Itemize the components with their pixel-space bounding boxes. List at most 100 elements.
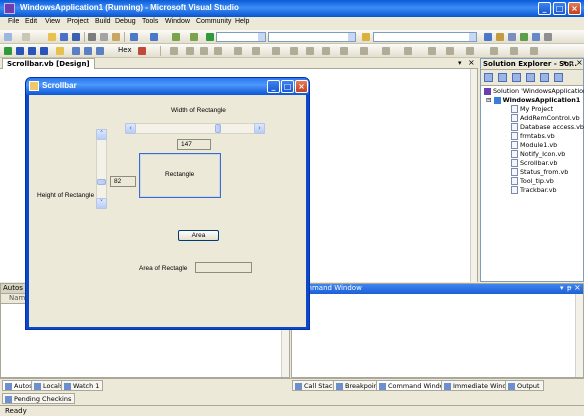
uncomment-icon[interactable] [510, 47, 518, 55]
tree-item[interactable]: frmtabs.vb [511, 132, 555, 140]
tree-item[interactable]: Database access.vb [511, 123, 584, 131]
tree-item[interactable]: Module1.vb [511, 141, 557, 149]
start-icon[interactable] [206, 33, 214, 41]
height-value-textbox[interactable]: 82 [110, 176, 136, 187]
paste-icon[interactable] [112, 33, 120, 41]
form-minimize-button[interactable]: _ [267, 80, 280, 93]
minimize-button[interactable]: _ [538, 2, 551, 15]
show-all-files-icon[interactable] [498, 73, 507, 82]
center-horizontally-icon[interactable] [382, 47, 390, 55]
align-middles-icon[interactable] [234, 47, 242, 55]
sol-properties-icon[interactable] [484, 73, 493, 82]
width-value-textbox[interactable]: 147 [177, 139, 211, 150]
tree-item[interactable]: My Project [511, 105, 553, 113]
designer-vertical-scrollbar[interactable] [470, 69, 477, 282]
width-scroll-thumb[interactable] [215, 124, 221, 133]
new-project-icon[interactable] [4, 33, 12, 41]
copy-icon[interactable] [100, 33, 108, 41]
object-browser-icon[interactable] [508, 33, 516, 41]
navigate-forward-icon[interactable] [190, 33, 198, 41]
cmd-close-icon[interactable]: × [574, 283, 581, 292]
tree-item[interactable]: Trackbar.vb [511, 186, 557, 194]
menu-file[interactable]: File [8, 18, 19, 25]
step-over-icon[interactable] [84, 47, 92, 55]
refresh-icon[interactable] [512, 73, 521, 82]
align-bottoms-icon[interactable] [252, 47, 260, 55]
view-code-icon[interactable] [526, 73, 535, 82]
sol-exp-close-icon[interactable]: × [576, 58, 583, 67]
find-combo[interactable] [373, 32, 477, 42]
sol-exp-pin-icon[interactable]: ᵽ [569, 59, 574, 67]
tab-pending-checkins[interactable]: Pending Checkins [2, 393, 76, 404]
height-vscrollbar[interactable]: ˄ ˅ [96, 129, 107, 209]
make-same-size-icon[interactable] [306, 47, 314, 55]
maximize-button[interactable]: □ [553, 2, 566, 15]
tree-item[interactable]: Notify_Icon.vb [511, 150, 565, 158]
tab-scrollbar-design[interactable]: Scrollbar.vb [Design] [2, 58, 95, 69]
form-title-bar[interactable]: Scrollbar _ □ × [26, 78, 309, 95]
size-to-grid-icon[interactable] [322, 47, 330, 55]
command-window-icon[interactable] [544, 33, 552, 41]
navigate-back-icon[interactable] [172, 33, 180, 41]
tree-solution[interactable]: Solution 'WindowsApplication1' [484, 87, 584, 95]
scroll-right-icon[interactable]: › [254, 123, 265, 134]
menu-community[interactable]: Community [196, 18, 231, 25]
area-button[interactable]: Area [178, 230, 219, 241]
platform-combo[interactable] [268, 32, 356, 42]
align-tops-icon[interactable] [214, 47, 222, 55]
bookmark-icon[interactable] [530, 47, 538, 55]
open-icon[interactable] [48, 33, 56, 41]
start-page-icon[interactable] [532, 33, 540, 41]
break-all-icon[interactable] [16, 47, 24, 55]
step-out-icon[interactable] [96, 47, 104, 55]
find-icon[interactable] [362, 33, 370, 41]
solution-config-combo[interactable] [216, 32, 266, 42]
menu-debug[interactable]: Debug [115, 18, 136, 25]
view-class-diagram-icon[interactable] [554, 73, 563, 82]
toolbox-icon[interactable] [520, 33, 528, 41]
scroll-down-icon[interactable]: ˅ [96, 198, 107, 209]
close-doc-icon[interactable]: × [468, 58, 475, 67]
area-value-textbox[interactable] [195, 262, 252, 273]
redo-icon[interactable] [150, 33, 158, 41]
continue-icon[interactable] [4, 47, 12, 55]
center-vertically-icon[interactable] [404, 47, 412, 55]
hex-toggle[interactable]: Hex [118, 46, 132, 54]
stop-debugging-icon[interactable] [28, 47, 36, 55]
tree-project[interactable]: ⊟ WindowsApplication1 [486, 96, 580, 104]
align-centers-icon[interactable] [186, 47, 194, 55]
menu-edit[interactable]: Edit [25, 18, 37, 25]
tab-watch1[interactable]: Watch 1 [61, 380, 104, 391]
step-into-icon[interactable] [72, 47, 80, 55]
form-maximize-button[interactable]: □ [281, 80, 294, 93]
make-same-width-icon[interactable] [272, 47, 280, 55]
tree-item[interactable]: Tool_tip.vb [511, 177, 554, 185]
menu-build[interactable]: Build [95, 18, 111, 25]
save-all-icon[interactable] [72, 33, 80, 41]
menu-project[interactable]: Project [67, 18, 89, 25]
menu-view[interactable]: View [45, 18, 60, 25]
view-designer-icon[interactable] [540, 73, 549, 82]
cmd-scrollbar[interactable] [575, 294, 583, 377]
menu-tools[interactable]: Tools [142, 18, 158, 25]
make-same-height-icon[interactable] [290, 47, 298, 55]
close-button[interactable]: × [568, 2, 581, 15]
tree-item[interactable]: Scrollbar.vb [511, 159, 557, 167]
breakpoints-window-icon[interactable] [138, 47, 146, 55]
menu-help[interactable]: Help [235, 18, 249, 25]
width-hscrollbar[interactable]: ‹ › [125, 123, 265, 134]
height-scroll-thumb[interactable] [97, 179, 106, 185]
horizontal-spacing-icon[interactable] [340, 47, 348, 55]
send-to-back-icon[interactable] [446, 47, 454, 55]
scroll-up-icon[interactable]: ˄ [96, 129, 107, 140]
undo-icon[interactable] [130, 33, 138, 41]
tree-item[interactable]: Status_from.vb [511, 168, 568, 176]
add-item-icon[interactable] [22, 33, 30, 41]
tree-item[interactable]: AddRemControl.vb [511, 114, 580, 122]
vertical-spacing-icon[interactable] [360, 47, 368, 55]
show-next-statement-icon[interactable] [56, 47, 64, 55]
lock-controls-icon[interactable] [466, 47, 474, 55]
save-icon[interactable] [60, 33, 68, 41]
restart-icon[interactable] [40, 47, 48, 55]
cut-icon[interactable] [88, 33, 96, 41]
